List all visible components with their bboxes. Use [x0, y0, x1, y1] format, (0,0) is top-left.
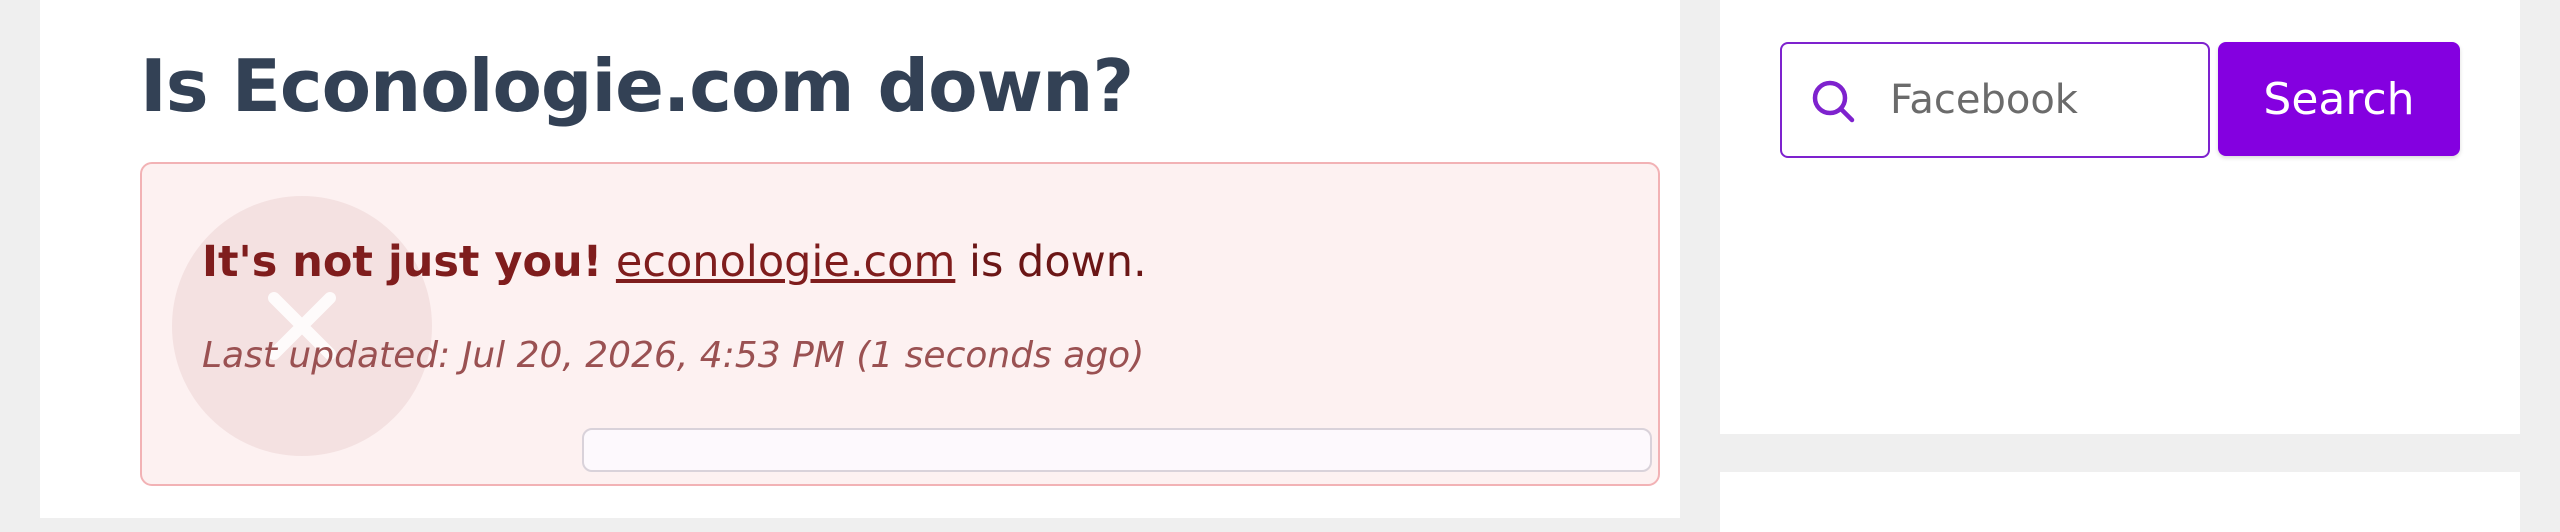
- search-icon: [1812, 80, 1855, 123]
- main-card: Is Econologie.com down? It's not just yo…: [40, 0, 1680, 518]
- status-alert: It's not just you! econologie.com is dow…: [140, 162, 1660, 486]
- search-input[interactable]: [1890, 46, 2200, 154]
- status-suffix: is down.: [969, 237, 1147, 287]
- sidebar-card-secondary: [1720, 472, 2520, 532]
- search-field[interactable]: [1780, 42, 2210, 158]
- status-headline: It's not just you!: [202, 237, 603, 287]
- sidebar-search-card: Search: [1720, 0, 2520, 434]
- page-title: Is Econologie.com down?: [140, 44, 1134, 128]
- search-button[interactable]: Search: [2218, 42, 2460, 156]
- refresh-progress-bar: [582, 428, 1652, 472]
- last-updated-text: Last updated: Jul 20, 2026, 4:53 PM (1 s…: [202, 335, 1145, 376]
- status-message: It's not just you! econologie.com is dow…: [202, 230, 1147, 294]
- domain-link[interactable]: econologie.com: [616, 237, 955, 287]
